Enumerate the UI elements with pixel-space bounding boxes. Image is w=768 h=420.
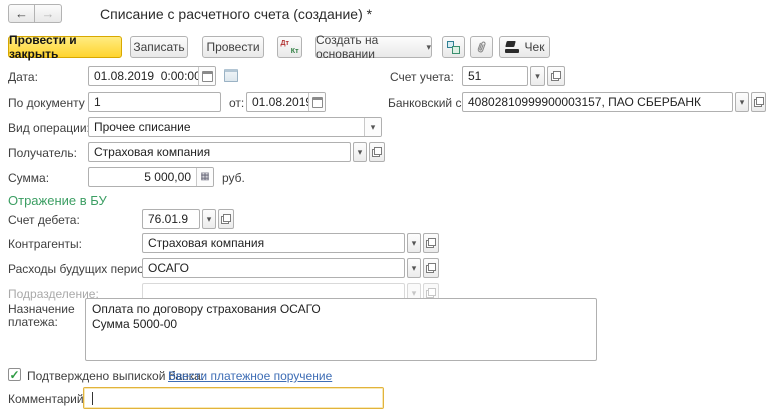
dtkt-icon: ДтКт bbox=[280, 40, 300, 55]
doc-date-input[interactable]: 01.08.2019 bbox=[246, 92, 326, 112]
chevron-down-icon: ▾ bbox=[371, 123, 376, 132]
list-view-icon[interactable] bbox=[224, 69, 238, 82]
deferred-expenses-input[interactable]: ОСАГО bbox=[142, 258, 405, 278]
receipt-button[interactable]: Чек bbox=[499, 36, 550, 58]
forward-arrow-icon: → bbox=[42, 6, 55, 21]
cash-register-icon bbox=[505, 41, 520, 53]
nav-buttons: ← → bbox=[8, 4, 62, 23]
date-input[interactable]: 01.08.2019 0:00:00 bbox=[88, 66, 216, 86]
chevron-down-icon: ▾ bbox=[207, 215, 212, 224]
doc-date-from-label: от: bbox=[229, 96, 244, 110]
calculator-button[interactable]: ▦ bbox=[196, 168, 213, 186]
document-form-window: ← → Списание с расчетного счета (создани… bbox=[0, 0, 768, 420]
account-dropdown-button[interactable]: ▾ bbox=[530, 66, 545, 86]
date-label: Дата: bbox=[8, 70, 38, 84]
debit-account-input[interactable]: 76.01.9 bbox=[142, 209, 200, 229]
debit-account-open-button[interactable] bbox=[218, 209, 234, 229]
amount-label: Сумма: bbox=[8, 171, 49, 185]
debit-account-dropdown-button[interactable]: ▾ bbox=[202, 209, 216, 229]
calendar-picker-button[interactable] bbox=[308, 93, 325, 111]
comment-input[interactable] bbox=[83, 387, 384, 409]
counterparty-dropdown-button[interactable]: ▾ bbox=[407, 233, 421, 253]
chevron-down-icon: ▾ bbox=[412, 289, 417, 298]
open-icon bbox=[426, 288, 436, 298]
open-icon bbox=[221, 214, 231, 224]
chevron-down-icon: ▾ bbox=[412, 264, 417, 273]
deferred-expenses-open-button[interactable] bbox=[423, 258, 439, 278]
open-icon bbox=[551, 71, 561, 81]
open-icon bbox=[426, 238, 436, 248]
open-icon bbox=[426, 263, 436, 273]
currency-label: руб. bbox=[222, 171, 245, 185]
payee-open-button[interactable] bbox=[369, 142, 385, 162]
payee-input[interactable]: Страховая компания bbox=[88, 142, 351, 162]
calendar-icon bbox=[202, 71, 213, 82]
calendar-icon bbox=[312, 97, 323, 108]
related-documents-button[interactable] bbox=[442, 36, 465, 58]
back-arrow-icon: ← bbox=[15, 6, 28, 21]
create-based-on-button[interactable]: Создать на основании ▾ bbox=[315, 36, 432, 58]
calculator-icon: ▦ bbox=[200, 172, 209, 182]
bank-account-open-button[interactable] bbox=[751, 92, 766, 112]
counterparty-label: Контрагенты: bbox=[8, 237, 82, 251]
payee-dropdown-button[interactable]: ▾ bbox=[353, 142, 367, 162]
chevron-down-icon: ▾ bbox=[740, 98, 745, 107]
operation-type-label: Вид операции: bbox=[8, 121, 90, 135]
chevron-down-icon: ▾ bbox=[358, 148, 363, 157]
checkmark-icon: ✓ bbox=[9, 370, 19, 380]
text-cursor bbox=[92, 392, 93, 405]
chevron-down-icon: ▾ bbox=[426, 43, 431, 52]
related-documents-icon bbox=[447, 41, 460, 54]
paperclip-icon bbox=[475, 40, 488, 54]
bank-account-dropdown-button[interactable]: ▾ bbox=[735, 92, 749, 112]
account-label: Счет учета: bbox=[390, 70, 454, 84]
counterparty-open-button[interactable] bbox=[423, 233, 439, 253]
chevron-down-icon: ▾ bbox=[412, 239, 417, 248]
doc-number-input[interactable]: 1 bbox=[88, 92, 221, 112]
back-button[interactable]: ← bbox=[8, 4, 35, 23]
post-button[interactable]: Провести bbox=[202, 36, 264, 58]
open-icon bbox=[372, 147, 382, 157]
calendar-picker-button[interactable] bbox=[198, 67, 215, 85]
page-title: Списание с расчетного счета (создание) * bbox=[100, 6, 372, 22]
write-button[interactable]: Записать bbox=[130, 36, 188, 58]
payment-purpose-label: Назначение bbox=[8, 302, 75, 316]
amount-input[interactable]: 5 000,00 ▦ bbox=[88, 167, 214, 187]
bu-section-title: Отражение в БУ bbox=[8, 193, 107, 208]
account-input[interactable]: 51 bbox=[462, 66, 528, 86]
operation-type-select[interactable]: Прочее списание ▾ bbox=[88, 117, 382, 137]
counterparty-input[interactable]: Страховая компания bbox=[142, 233, 405, 253]
forward-button[interactable]: → bbox=[35, 4, 62, 23]
comment-label: Комментарий: bbox=[8, 392, 87, 406]
deferred-expenses-dropdown-button[interactable]: ▾ bbox=[407, 258, 421, 278]
payee-label: Получатель: bbox=[8, 146, 77, 160]
operation-type-dropdown-button[interactable]: ▾ bbox=[364, 118, 381, 136]
open-icon bbox=[754, 97, 764, 107]
show-postings-button[interactable]: ДтКт bbox=[277, 36, 302, 58]
bank-account-input[interactable]: 40802810999900003157, ПАО СБЕРБАНК bbox=[462, 92, 733, 112]
chevron-down-icon: ▾ bbox=[535, 72, 540, 81]
account-open-button[interactable] bbox=[547, 66, 565, 86]
payment-purpose-label-2: платежа: bbox=[8, 315, 58, 329]
debit-account-label: Счет дебета: bbox=[8, 213, 80, 227]
payment-purpose-textarea[interactable]: Оплата по договору страхования ОСАГО Сум… bbox=[85, 298, 597, 361]
attachments-button[interactable] bbox=[470, 36, 493, 58]
bank-confirmed-checkbox[interactable]: ✓ bbox=[8, 368, 21, 381]
enter-payment-order-link[interactable]: Ввести платежное поручение bbox=[168, 369, 332, 383]
post-and-close-button[interactable]: Провести и закрыть bbox=[8, 36, 122, 58]
